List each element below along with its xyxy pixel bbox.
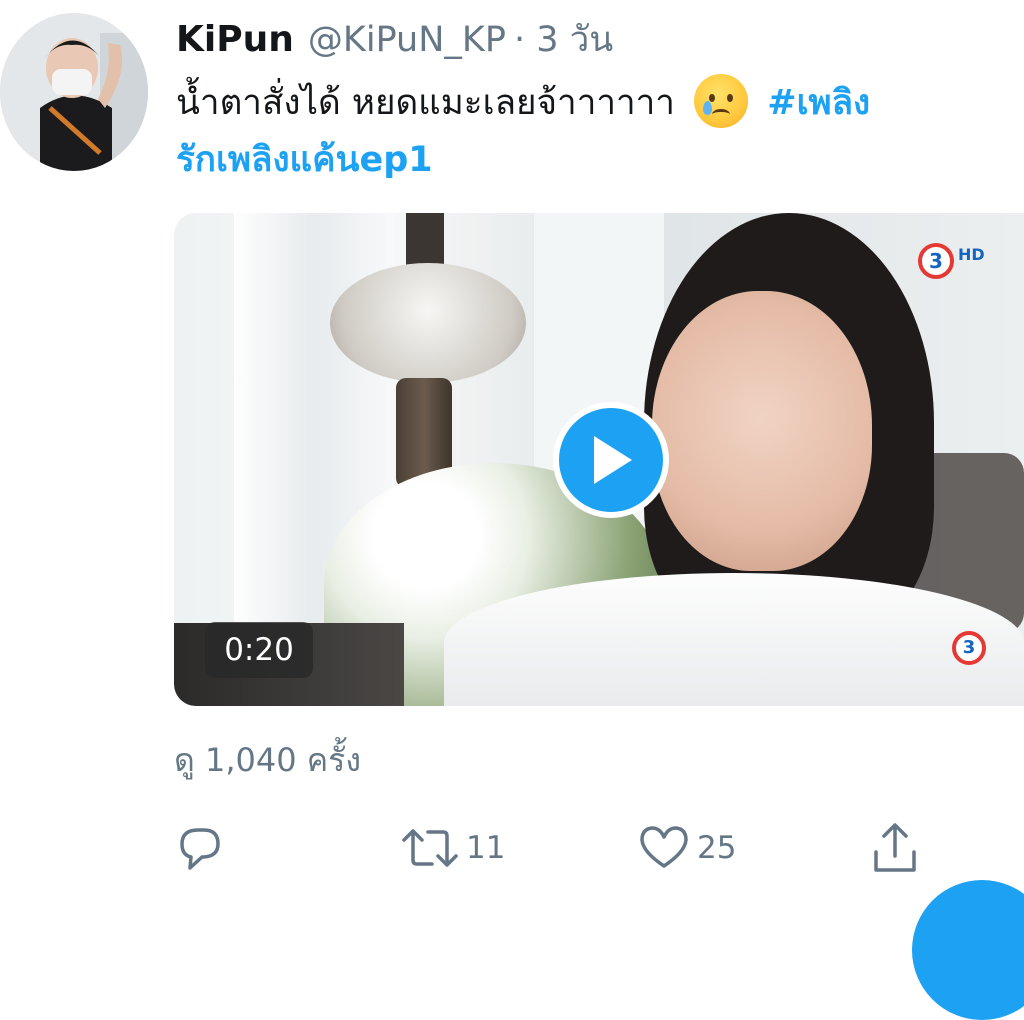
channel-watermark: 3 (952, 631, 986, 665)
share-icon (874, 823, 916, 872)
video-duration-badge: 0:20 (205, 622, 313, 678)
reply-icon (180, 828, 220, 870)
video-player[interactable]: 3 HD 3 0:20 (174, 213, 1024, 706)
like-count: 25 (697, 830, 737, 866)
video-frame-face (652, 291, 872, 571)
view-count: ดู 1,040 ครั้ง (174, 741, 361, 779)
share-button[interactable] (868, 818, 922, 878)
retweet-button[interactable]: 11 (400, 818, 505, 878)
play-icon (594, 436, 632, 484)
reply-button[interactable] (174, 818, 232, 878)
compose-button[interactable] (912, 880, 1024, 1020)
like-icon (640, 826, 688, 868)
tweet-timestamp[interactable]: · 3 วัน (514, 12, 613, 67)
tweet-text-main: น้ำตาสั่งได้ หยดแมะเลยจ้าาาาาา (176, 83, 675, 123)
tweet-actions: 11 25 (0, 818, 1024, 878)
hashtag-link-1[interactable]: #เพลิง (767, 83, 870, 123)
tweet-text: น้ำตาสั่งได้ หยดแมะเลยจ้าาาาาา #เพลิง รั… (176, 74, 1016, 189)
tweet-header: KiPun @KiPuN_KP · 3 วัน (176, 12, 613, 60)
user-handle[interactable]: @KiPuN_KP (308, 20, 506, 60)
avatar-photo (0, 13, 148, 171)
retweet-icon (402, 829, 458, 867)
like-button[interactable]: 25 (637, 818, 736, 878)
video-frame-jacket (444, 573, 1024, 706)
retweet-count: 11 (466, 830, 506, 866)
crying-face-icon (694, 74, 749, 128)
video-frame-lamp-glass (330, 263, 526, 383)
play-button[interactable] (553, 402, 669, 518)
avatar[interactable] (0, 13, 148, 171)
hashtag-link-2[interactable]: รักเพลิงแค้นep1 (176, 140, 433, 180)
channel-logo-sub: HD (958, 245, 985, 264)
channel-logo: 3 (918, 243, 954, 279)
display-name[interactable]: KiPun (176, 19, 294, 60)
